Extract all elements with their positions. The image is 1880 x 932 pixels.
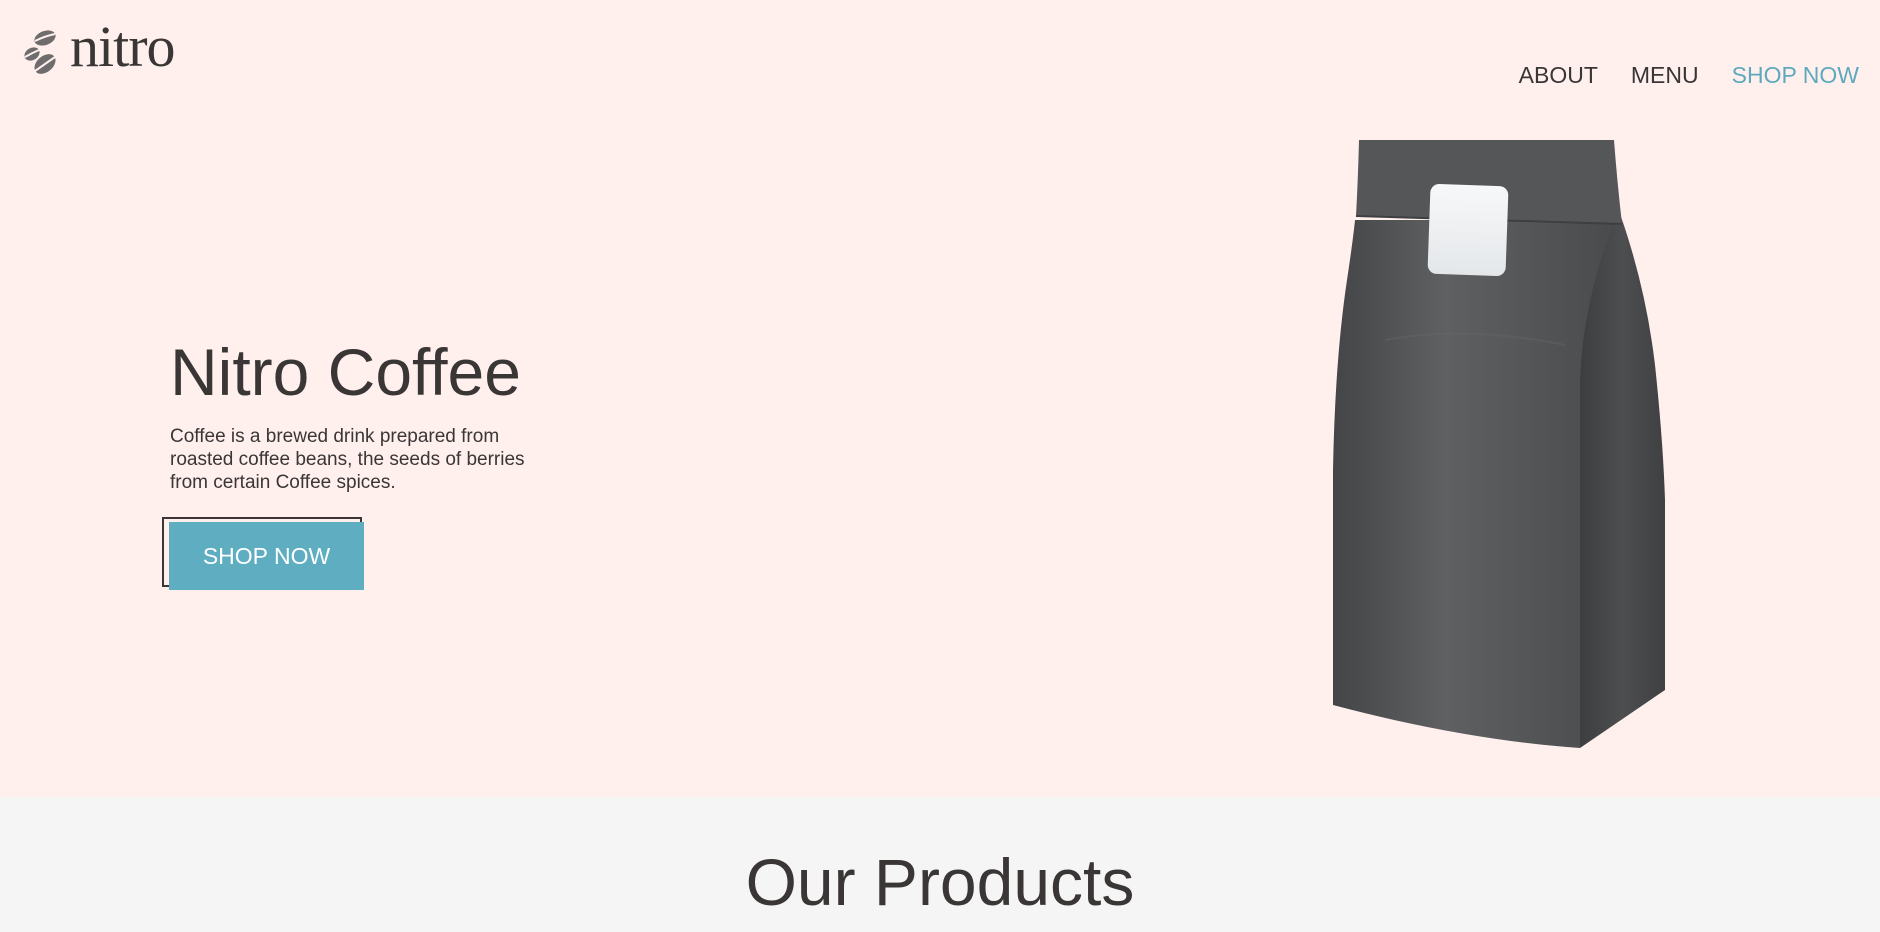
brand-name: nitro <box>70 14 176 79</box>
hero-title: Nitro Coffee <box>170 335 521 409</box>
brand-logo[interactable]: nitro <box>20 17 176 78</box>
hero-text: Nitro Coffee Coffee is a brewed drink pr… <box>170 335 570 494</box>
nav-menu[interactable]: MENU <box>1631 60 1699 90</box>
nav-about[interactable]: ABOUT <box>1519 60 1598 90</box>
products-section: Our Products <box>0 797 1880 932</box>
cta-wrapper: SHOP NOW <box>162 517 364 590</box>
shop-now-button[interactable]: SHOP NOW <box>169 522 364 590</box>
main-nav: ABOUT MENU SHOP NOW <box>1519 60 1859 90</box>
hero-section: nitro ABOUT MENU SHOP NOW Nitro Coffee C… <box>0 0 1880 797</box>
hero-description: Coffee is a brewed drink prepared from r… <box>170 426 525 493</box>
nav-shop-now[interactable]: SHOP NOW <box>1732 60 1859 90</box>
coffee-bag-image <box>1333 140 1665 748</box>
coffee-beans-icon <box>24 30 56 74</box>
products-title: Our Products <box>745 845 1135 919</box>
